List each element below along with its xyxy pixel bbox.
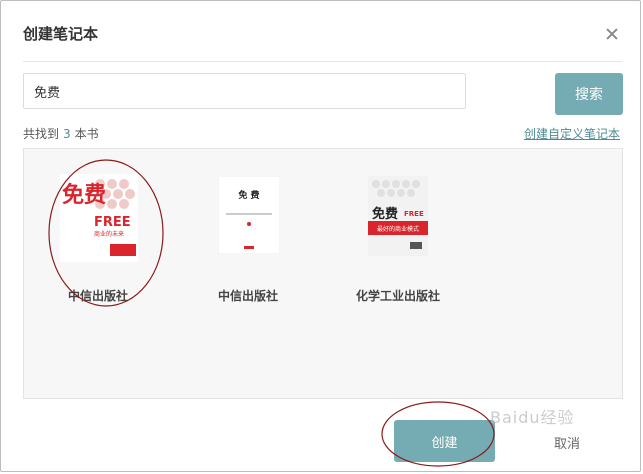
cover-title: 免费 — [62, 182, 106, 208]
cover-sub: FREE — [404, 210, 424, 218]
book-publisher: 化学工业出版社 — [355, 289, 440, 303]
result-count: 共找到 3 本书 — [23, 125, 99, 142]
book-cover: 免 费 — [218, 176, 280, 254]
create-custom-notebook-link[interactable]: 创建自定义笔记本 — [524, 125, 620, 142]
cover-sub: FREE — [94, 215, 131, 230]
result-suffix: 本书 — [74, 127, 99, 141]
cover-title: 免费 — [372, 206, 398, 222]
watermark: Baidu经验 — [490, 408, 575, 427]
header-divider — [23, 61, 622, 62]
book-publisher: 中信出版社 — [217, 289, 278, 303]
result-number: 3 — [63, 127, 71, 141]
book-cover: 免费 FREE 商业的未来 — [60, 174, 138, 262]
search-input[interactable] — [23, 73, 466, 109]
book-cover-image: 免费 FREE 最好的商业模式 — [368, 176, 428, 256]
cover-line: 商业的未来 — [94, 230, 124, 238]
create-button[interactable]: 创建 — [394, 420, 495, 462]
cancel-button[interactable]: 取消 — [554, 433, 580, 452]
book-cover-image: 免 费 — [218, 176, 280, 254]
cover-title: 免 费 — [238, 189, 259, 201]
cover-line: 最好的商业模式 — [377, 225, 419, 233]
create-notebook-dialog: 创建笔记本 搜索 共找到3本书 创建自定义笔记本 免费 FREE 商业的未来 — [0, 0, 641, 472]
book-cover: 免费 FREE 最好的商业模式 — [368, 176, 428, 256]
book-results-panel: 免费 FREE 商业的未来 中信出版社 免 费 中信出版社 免费 FREE 最好… — [23, 148, 623, 399]
book-publisher: 中信出版社 — [67, 289, 128, 303]
dialog-title: 创建笔记本 — [23, 25, 99, 43]
result-prefix: 共找到 — [23, 127, 60, 141]
book-cover-image: 免费 FREE 商业的未来 — [60, 174, 138, 262]
close-icon[interactable] — [605, 27, 619, 41]
search-button[interactable]: 搜索 — [555, 73, 623, 115]
